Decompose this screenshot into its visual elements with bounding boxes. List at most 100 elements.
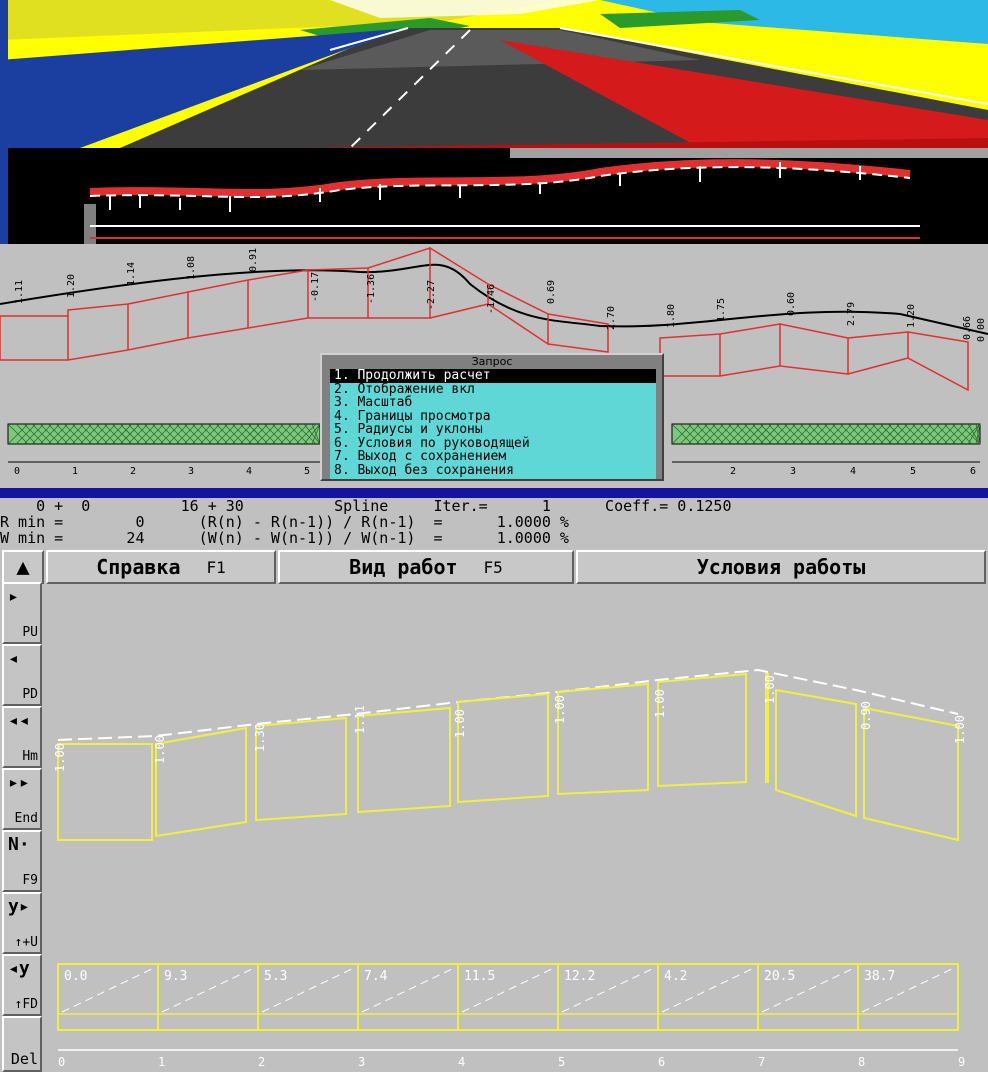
end-button[interactable]: ▸▸ End [2,768,42,830]
work-grade-label: 1.11 [353,705,367,734]
profile-ruler-tick: 4 [850,466,856,477]
work-ruler-tick: 3 [358,1055,365,1069]
work-grade-label: 1.00 [553,695,567,724]
status-line-3: W min = 24 (W(n) - W(n-1)) / W(n-1) = 1.… [0,529,569,547]
menu-toggle-button[interactable]: ▲ [2,550,44,584]
profile-grade-label: 2.70 [606,306,617,330]
work-volume-value: 0.0 [64,969,87,984]
profile-grade-label: -0.17 [310,272,321,302]
profile-grade-label: 1.75 [716,298,727,322]
work-volume-value: 12.2 [564,969,595,984]
work-grade-label: 1.00 [953,715,967,744]
work-grade-label: 1.00 [763,675,777,704]
profile-grade-label: -2.27 [426,280,437,310]
profile-ruler-tick: 5 [910,466,916,477]
calculation-status-panel: 0 + 0 16 + 30 Spline Iter.= 1 Coeff.= 0.… [0,498,988,548]
profile-ruler-tick: 3 [790,466,796,477]
menu-item-display[interactable]: 2. Отображение вкл [330,382,656,397]
profile-grade-label: 1.11 [14,280,25,304]
profile-ruler-tick: 2 [730,466,736,477]
work-grade-label: 1.00 [653,689,667,718]
menu-item-radii[interactable]: 5. Радиусы и уклоны [330,423,656,437]
profile-grade-label: 0.91 [248,248,259,272]
toolbar-key-label: Del [10,1050,38,1068]
profile-ruler-tick: 1 [72,466,78,477]
profile-ruler-tick: 4 [246,466,252,477]
menu-item-continue[interactable]: 1. Продолжить расчет [330,369,656,383]
profile-ruler-tick: 3 [188,466,194,477]
toolbar-key-label: PD [22,687,38,702]
work-type-shortcut: F5 [483,557,503,577]
query-dialog: Запрос 1. Продолжить расчет 2. Отображен… [320,353,664,481]
work-volume-value: 9.3 [164,969,187,984]
profile-grade-label: 1.80 [666,304,677,328]
menu-item-bounds[interactable]: 4. Границы просмотра [330,409,656,424]
work-ruler-tick: 5 [558,1055,565,1069]
double-arrow-left-icon: ◂◂ [8,710,30,731]
work-type-label: Вид работ [349,555,458,579]
work-volume-value: 5.3 [264,969,287,984]
menu-item-conditions[interactable]: 6. Условия по руководящей [330,436,656,451]
work-ruler-tick: 9 [958,1055,965,1069]
delete-button[interactable]: Del [2,1016,42,1072]
work-conditions-menu-button[interactable]: Условия работы [576,550,986,584]
status-line-2: R min = 0 (R(n) - R(n-1)) / R(n-1) = 1.0… [0,513,569,531]
profile-ruler-tick: 6 [970,466,976,477]
home-button[interactable]: ◂◂ Hm [2,706,42,768]
work-ruler-tick: 1 [158,1055,165,1069]
arrow-left-icon: ◂ [8,648,19,669]
profile-grade-label: -1.36 [366,274,377,304]
profile-grade-label: 1.20 [66,274,77,298]
y-increase-icon: y▸ [8,896,30,917]
work-conditions-label: Условия работы [696,555,866,579]
work-volume-value: 11.5 [464,969,495,984]
page-down-button[interactable]: ◂ PD [2,644,42,706]
zoom-in-y-button[interactable]: y▸ ↑+U [2,892,42,954]
work-grade-label: 1.30 [253,723,267,752]
profile-grade-label: -1.46 [486,284,497,314]
help-label: Справка [96,555,181,579]
work-volume-value: 38.7 [864,969,895,984]
f9-button[interactable]: N· F9 [2,830,42,892]
work-volume-value: 7.4 [364,969,388,984]
zoom-out-y-button[interactable]: ◂y ↑FD [2,954,42,1016]
work-ruler-tick: 2 [258,1055,265,1069]
work-planning-area: ▲ Справка F1 Вид работ F5 Условия работы… [0,548,988,1072]
profile-grade-label: 2.79 [846,302,857,326]
toolbar-key-label: Hm [22,749,38,764]
profile-ruler-tick: 0 [14,466,20,477]
help-menu-button[interactable]: Справка F1 [46,550,276,584]
profile-grade-label: 1.20 [906,304,917,328]
profile-grade-label: 0.00 [976,318,987,342]
work-grade-label: 0.90 [859,701,873,730]
arrow-right-icon: ▸ [8,586,19,607]
toolbar-key-label: ↑+U [14,935,38,950]
work-volume-value: 4.2 [664,969,687,984]
toolbar-key-label: End [14,811,38,826]
north-icon: N· [8,834,30,855]
work-ruler-tick: 7 [758,1055,765,1069]
profile-grade-label: 0.69 [546,280,557,304]
work-grade-label: 1.00 [53,743,67,772]
profile-grade-label: 0.66 [962,316,973,340]
road-3d-view [0,0,988,148]
toolbar-key-label: PU [22,625,38,640]
profile-design-panel: 1.11 1.20 1.14 1.08 0.91 -0.17 -1.36 -2.27 -1.46… [0,244,988,488]
cursor-arrow-icon: ▲ [16,554,30,580]
query-menu-list: 1. Продолжить расчет 2. Отображение вкл … [330,369,656,479]
longitudinal-profile-overview [0,148,988,244]
work-volume-value: 20.5 [764,969,795,984]
work-volume-drawing: 1.00 1.00 1.30 1.11 1.00 1.00 1.00 1.00 0.90 1.00… [46,584,988,1072]
y-decrease-icon: ◂y [8,958,30,979]
double-arrow-right-icon: ▸▸ [8,772,30,793]
profile-grade-label: 1.14 [126,262,137,286]
page-up-button[interactable]: ▸ PU [2,582,42,644]
toolbar-key-label: ↑FD [14,997,38,1012]
menu-item-exit-save[interactable]: 7. Выход с сохранением [330,450,656,464]
menu-item-scale[interactable]: 3. Масштаб [330,396,656,410]
work-type-menu-button[interactable]: Вид работ F5 [278,550,574,584]
menu-item-exit-nosave[interactable]: 8. Выход без сохранения [330,463,656,478]
work-ruler-tick: 4 [458,1055,465,1069]
work-grade-label: 1.00 [453,709,467,738]
help-shortcut: F1 [206,557,226,577]
